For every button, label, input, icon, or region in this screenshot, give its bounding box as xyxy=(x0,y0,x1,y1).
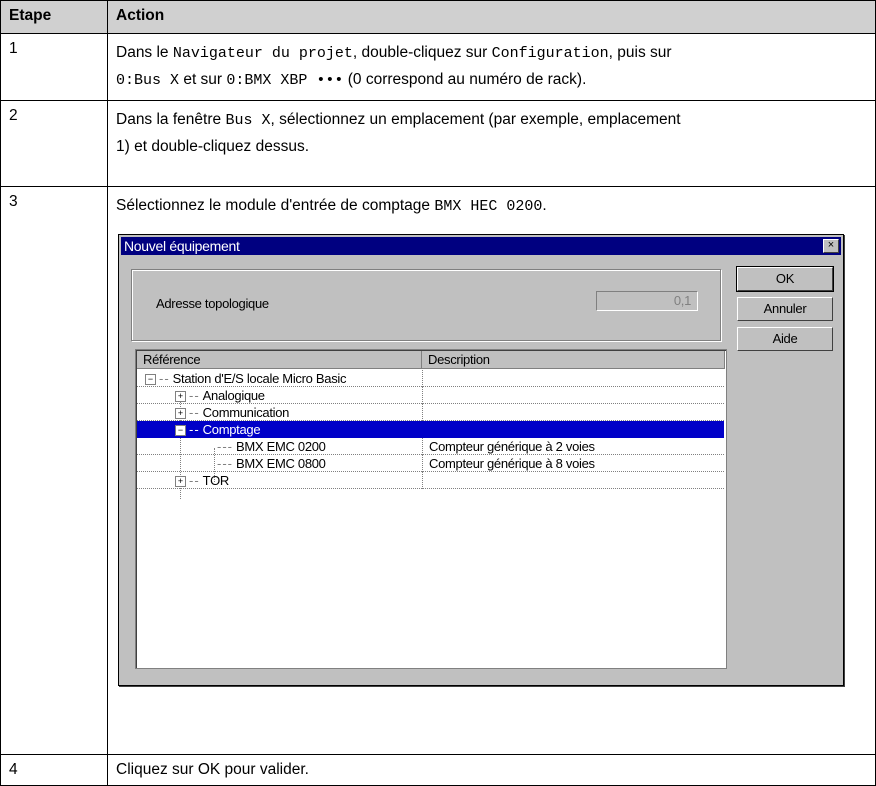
expand-icon[interactable]: + xyxy=(175,408,186,420)
step-number: 1 xyxy=(0,33,108,101)
dialog-title: Nouvel équipement xyxy=(124,238,240,254)
collapse-icon[interactable]: − xyxy=(175,425,186,437)
cancel-button[interactable]: Annuler xyxy=(737,297,833,321)
address-field: 0,1 xyxy=(596,291,698,311)
step-number: 4 xyxy=(0,754,108,786)
step-action: Sélectionnez le module d'entrée de compt… xyxy=(107,186,876,755)
column-reference[interactable]: Référence xyxy=(137,351,422,369)
tree-item-description xyxy=(422,472,429,489)
expand-icon[interactable]: + xyxy=(175,391,186,403)
tree-item-comptage[interactable]: − -- Comptage xyxy=(137,421,724,438)
dialog-titlebar: Nouvel équipement × xyxy=(121,237,841,255)
tree-item-label: BMX EMC 0800 xyxy=(236,456,326,471)
table-row: 3 Sélectionnez le module d'entrée de com… xyxy=(0,186,876,755)
help-button[interactable]: Aide xyxy=(737,327,833,351)
equipment-tree[interactable]: Référence Description − -- Station d'E/S l… xyxy=(135,349,727,669)
new-equipment-dialog: Nouvel équipement × Adresse topologique … xyxy=(118,234,844,686)
tree-item-label: Comptage xyxy=(202,422,261,437)
tree-item-bmx-emc-0800[interactable]: --- BMX EMC 0800 Compteur générique à 8 v… xyxy=(137,455,724,472)
tree-item-description xyxy=(422,404,429,421)
ok-button[interactable]: OK xyxy=(736,266,834,292)
address-group: Adresse topologique 0,1 xyxy=(131,269,721,341)
header-step: Etape xyxy=(0,0,108,34)
tree-item-analogique[interactable]: + -- Analogique xyxy=(137,387,724,404)
step-number: 3 xyxy=(0,186,108,755)
tree-item-label: Communication xyxy=(202,405,290,420)
step-action: Cliquez sur OK pour valider. xyxy=(107,754,876,786)
expand-icon[interactable]: + xyxy=(175,476,186,488)
table-row: 1 Dans le Navigateur du projet, double-c… xyxy=(0,33,876,101)
column-description[interactable]: Description xyxy=(422,351,725,369)
tree-item-communication[interactable]: + -- Communication xyxy=(137,404,724,421)
tree-item-label: Station d'E/S locale Micro Basic xyxy=(172,371,347,386)
collapse-icon[interactable]: − xyxy=(145,374,156,386)
table-row: 2 Dans la fenêtre Bus X, sélectionnez un… xyxy=(0,100,876,187)
tree-item-label: TOR xyxy=(202,473,230,488)
procedure-table: Etape Action 1 Dans le Navigateur du pro… xyxy=(0,0,876,786)
step-action: Dans le Navigateur du projet, double-cli… xyxy=(107,33,876,101)
tree-item-label: Analogique xyxy=(202,388,265,403)
tree-item-tor[interactable]: + -- TOR xyxy=(137,472,724,489)
header-action: Action xyxy=(107,0,876,34)
tree-item-description: Compteur générique à 2 voies xyxy=(422,438,595,455)
table-row: 4 Cliquez sur OK pour valider. xyxy=(0,754,876,786)
tree-item-description xyxy=(422,387,429,404)
step-action: Dans la fenêtre Bus X, sélectionnez un e… xyxy=(107,100,876,187)
tree-item-station[interactable]: − -- Station d'E/S locale Micro Basic xyxy=(137,370,724,387)
step-number: 2 xyxy=(0,100,108,187)
tree-item-description: Compteur générique à 8 voies xyxy=(422,455,595,472)
tree-item-label: BMX EMC 0200 xyxy=(236,439,326,454)
tree-item-description xyxy=(422,421,429,438)
tree-item-description xyxy=(422,370,429,387)
tree-item-bmx-emc-0200[interactable]: --- BMX EMC 0200 Compteur générique à 2 v… xyxy=(137,438,724,455)
address-label: Adresse topologique xyxy=(156,296,269,311)
close-icon[interactable]: × xyxy=(823,239,839,253)
